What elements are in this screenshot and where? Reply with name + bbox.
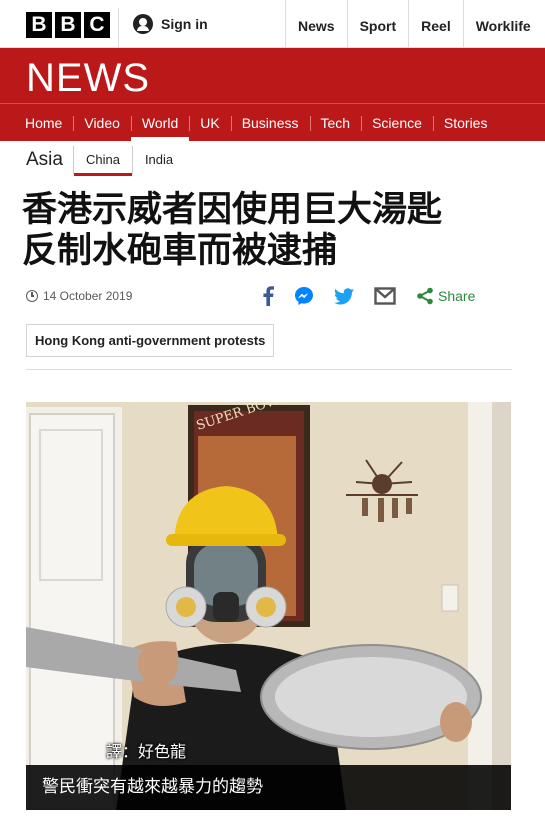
bbc-logo-letter: B xyxy=(55,12,81,38)
share-button[interactable]: Share xyxy=(416,287,475,305)
top-nav-worklife[interactable]: Worklife xyxy=(462,0,543,48)
article-headline: 香港示威者因使用巨大湯匙 反制水砲車而被逮捕 xyxy=(22,190,522,272)
section-nav-video[interactable]: Video xyxy=(73,104,131,141)
news-wordmark[interactable]: NEWS xyxy=(26,56,150,101)
top-nav: News Sport Reel Worklife xyxy=(285,0,543,48)
bbc-logo[interactable]: B B C xyxy=(26,12,110,38)
date-text: 14 October 2019 xyxy=(43,289,133,303)
sign-in-button[interactable]: Sign in xyxy=(133,14,208,34)
news-header: NEWS xyxy=(0,48,545,103)
section-nav: Home Video World UK Business Tech Scienc… xyxy=(0,103,545,141)
twitter-icon[interactable] xyxy=(334,287,354,305)
user-icon xyxy=(133,14,153,34)
clock-icon xyxy=(26,290,38,302)
region-title[interactable]: Asia xyxy=(26,149,63,171)
messenger-icon[interactable] xyxy=(294,286,314,306)
top-nav-news[interactable]: News xyxy=(285,0,347,48)
bbc-logo-letter: C xyxy=(84,12,110,38)
top-nav-reel[interactable]: Reel xyxy=(408,0,463,48)
article-photo: SUPER BOWL XI xyxy=(26,402,511,810)
share-tools: Share xyxy=(262,286,475,306)
photo-caption: 警民衝突有越來越暴力的趨勢 xyxy=(26,765,511,810)
section-nav-uk[interactable]: UK xyxy=(189,104,230,141)
headline-line-2: 反制水砲車而被逮捕 xyxy=(22,231,338,271)
bbc-logo-letter: B xyxy=(26,12,52,38)
share-label: Share xyxy=(438,288,476,304)
section-nav-home[interactable]: Home xyxy=(14,104,73,141)
section-nav-tech[interactable]: Tech xyxy=(309,104,362,141)
section-nav-business[interactable]: Business xyxy=(230,104,310,141)
sub-nav-china[interactable]: China xyxy=(72,146,132,176)
translator-credit: 譯：好色龍 xyxy=(106,742,187,761)
section-nav-stories[interactable]: Stories xyxy=(432,104,499,141)
top-nav-sport[interactable]: Sport xyxy=(346,0,409,48)
divider xyxy=(26,369,512,370)
share-icon xyxy=(417,287,433,305)
article-date: 14 October 2019 xyxy=(26,289,132,303)
headline-line-1: 香港示威者因使用巨大湯匙 xyxy=(22,190,443,230)
section-nav-world[interactable]: World xyxy=(130,104,190,141)
divider xyxy=(118,8,119,48)
sub-nav: Asia China India xyxy=(26,145,185,176)
photo-image: SUPER BOWL XI xyxy=(26,402,511,810)
section-nav-science[interactable]: Science xyxy=(361,104,433,141)
facebook-icon[interactable] xyxy=(262,286,274,306)
top-bar: B B C Sign in News Sport Reel Worklife xyxy=(0,0,545,48)
email-icon[interactable] xyxy=(374,287,396,305)
sub-nav-india[interactable]: India xyxy=(131,146,185,174)
topic-tag[interactable]: Hong Kong anti-government protests xyxy=(26,324,275,357)
sign-in-label: Sign in xyxy=(161,16,208,32)
